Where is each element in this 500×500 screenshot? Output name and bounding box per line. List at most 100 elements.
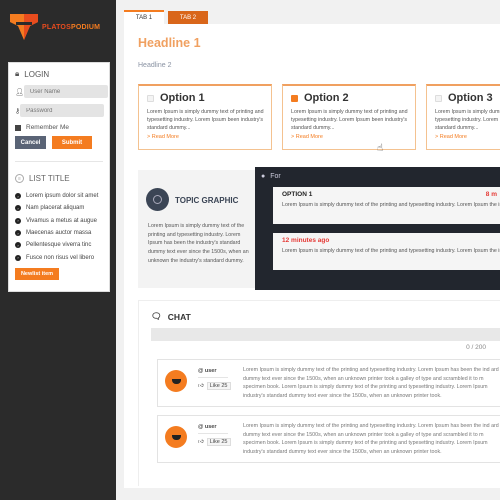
avatar[interactable] <box>165 426 187 448</box>
feed-card-title: OPTION 1 <box>282 191 313 198</box>
feed-header: ● For <box>261 173 281 180</box>
feed-card-title: 12 minutes ago <box>282 237 330 244</box>
topic-title: TOPIC GRAPHIC <box>175 196 239 205</box>
list-item[interactable]: › Vivamus a metus at augue <box>15 215 109 227</box>
option-card-2[interactable]: Option 2 Lorem Ipsum is simply dummy tex… <box>282 84 416 150</box>
message-user[interactable]: @ user <box>198 368 217 374</box>
chat-message: @ user 👍︎ Like 25 Lorem Ipsum is simply d… <box>157 359 500 407</box>
list-item[interactable]: › Pellentesque viverra tinc <box>15 239 109 251</box>
chat-message: @ user 👍︎ Like 25 Lorem Ipsum is simply d… <box>157 415 500 463</box>
option-card-1[interactable]: Option 1 Lorem Ipsum is simply dummy tex… <box>138 84 272 150</box>
list-item-label: Nam placerat aliquam <box>26 205 85 212</box>
like-button[interactable]: 👍︎ Like 25 <box>198 438 231 446</box>
chat-title-text: CHAT <box>167 311 191 322</box>
message-text: Lorem Ipsum is simply dummy text of the … <box>243 423 499 455</box>
like-count: Like 25 <box>206 382 231 390</box>
tabs: TAB 1 TAB 2 <box>124 10 208 24</box>
remember-label: Remember Me <box>26 124 69 131</box>
new-list-item-button[interactable]: Newlist item <box>15 267 59 280</box>
chat-bubble-icon: 🗨︎ <box>151 311 162 321</box>
option-card-3[interactable]: Option 3 Lorem Ipsum is simply dummy tex… <box>426 84 500 150</box>
username-field: 👤︎ <box>15 85 108 98</box>
username-input[interactable] <box>23 85 108 98</box>
login-panel: 🔒︎ LOGIN 👤︎ ⚷ Remember Me Cancel Submit ≡… <box>8 62 110 292</box>
logo[interactable]: PLATOSPODIUM <box>10 14 100 40</box>
submit-button[interactable]: Submit <box>52 136 92 149</box>
message-user[interactable]: @ user <box>198 424 217 430</box>
password-field: ⚷ <box>15 104 105 117</box>
option-title: Option 3 <box>448 92 493 104</box>
hand-cursor-icon: ☝︎ <box>377 143 384 154</box>
topic-graphic: TOPIC GRAPHIC Lorem Ipsum is simply dumm… <box>138 170 255 288</box>
tab-1[interactable]: TAB 1 <box>124 10 164 24</box>
cancel-button[interactable]: Cancel <box>15 136 46 149</box>
brand-name: PLATOSPODIUM <box>42 24 100 31</box>
remember-me[interactable]: Remember Me <box>15 124 109 131</box>
tab-2[interactable]: TAB 2 <box>168 11 208 24</box>
option-3-checkbox[interactable] <box>435 94 442 102</box>
message-text: Lorem Ipsum is simply dummy text of the … <box>243 367 499 399</box>
chevron-right-icon: › <box>15 254 21 261</box>
list-item-label: Vivamus a metus at augue <box>26 217 97 224</box>
read-more-link[interactable]: > Read More <box>291 134 415 140</box>
chevron-right-icon: › <box>15 242 21 249</box>
option-title: Option 1 <box>160 92 205 104</box>
chat-input[interactable] <box>151 328 500 341</box>
podium-logo-icon <box>10 14 38 40</box>
option-title: Option 2 <box>304 92 349 104</box>
list-icon: ≡ <box>15 174 24 183</box>
remember-checkbox[interactable] <box>15 124 21 131</box>
headline-1: Headline 1 <box>138 36 201 50</box>
list-item[interactable]: › Lorem ipsum dolor sit amet <box>15 190 109 202</box>
option-text: Lorem Ipsum is simply dummy text of prin… <box>147 109 264 131</box>
list-item-label: Pellentesque viverra tinc <box>26 242 92 249</box>
user-icon: 👤︎ <box>15 88 24 96</box>
chevron-right-icon: › <box>15 230 21 237</box>
list-item-label: Maecenas auctor massa <box>26 230 92 237</box>
chat-title: 🗨︎ CHAT <box>151 311 191 322</box>
read-more-link[interactable]: > Read More <box>435 134 500 140</box>
option-2-checkbox[interactable] <box>291 94 298 102</box>
list-item-label: Lorem ipsum dolor sit amet <box>26 193 99 200</box>
brand-part1: PLATOS <box>42 23 71 31</box>
list-item[interactable]: › Nam placerat aliquam <box>15 202 109 214</box>
chevron-right-icon: › <box>15 205 21 212</box>
topic-text: Lorem Ipsum is simply dummy text of the … <box>148 223 249 264</box>
chat-panel: 🗨︎ CHAT 0 / 200 @ user 👍︎ Like 25 Lorem Ip… <box>138 300 500 486</box>
list: › Lorem ipsum dolor sit amet › Nam placera… <box>15 190 109 264</box>
login-title-text: LOGIN <box>24 69 50 79</box>
feed-card[interactable]: 12 minutes ago Lorem Ipsum is simply dum… <box>273 233 500 270</box>
feed-card-text: Lorem Ipsum is simply dummy text of the … <box>282 248 500 254</box>
feed-card[interactable]: OPTION 1 8 m Lorem Ipsum is simply dummy… <box>273 187 500 224</box>
main: TAB 1 TAB 2 Headline 1 Headline 2 Option… <box>119 0 500 500</box>
list-item[interactable]: › Fusce non risus vel libero <box>15 251 109 263</box>
chevron-right-icon: › <box>15 217 21 224</box>
disc-icon <box>146 188 169 211</box>
list-item[interactable]: › Maecenas auctor massa <box>15 227 109 239</box>
divider <box>198 377 228 378</box>
list-title-text: LIST TITLE <box>29 174 70 183</box>
tab-content: Headline 1 Headline 2 Option 1 Lorem Ips… <box>124 24 500 488</box>
lock-icon: 🔒︎ <box>15 69 20 78</box>
divider <box>198 433 228 434</box>
feed-header-text: For <box>270 173 281 180</box>
user-circle-icon: ● <box>261 173 266 180</box>
password-input[interactable] <box>20 104 105 117</box>
divider <box>15 161 103 162</box>
avatar[interactable] <box>165 370 187 392</box>
like-button[interactable]: 👍︎ Like 25 <box>198 382 231 390</box>
option-1-checkbox[interactable] <box>147 94 154 102</box>
char-counter: 0 / 200 <box>466 344 486 351</box>
headline-2: Headline 2 <box>138 62 172 69</box>
chevron-right-icon: › <box>15 193 21 200</box>
feed-card-time: 8 m <box>485 191 497 198</box>
read-more-link[interactable]: > Read More <box>147 134 271 140</box>
option-text: Lorem Ipsum is simply dummy text of prin… <box>435 109 500 131</box>
sidebar: PLATOSPODIUM 🔒︎ LOGIN 👤︎ ⚷ Remember Me Ca… <box>0 0 116 500</box>
thumbs-up-icon: 👍︎ <box>198 383 204 389</box>
option-text: Lorem Ipsum is simply dummy text of prin… <box>291 109 408 131</box>
thumbs-up-icon: 👍︎ <box>198 439 204 445</box>
feed-card-text: Lorem Ipsum is simply dummy text of the … <box>282 202 500 208</box>
feed-panel: ● For OPTION 1 8 m Lorem Ipsum is simply … <box>255 167 500 290</box>
login-title: 🔒︎ LOGIN <box>15 69 109 79</box>
